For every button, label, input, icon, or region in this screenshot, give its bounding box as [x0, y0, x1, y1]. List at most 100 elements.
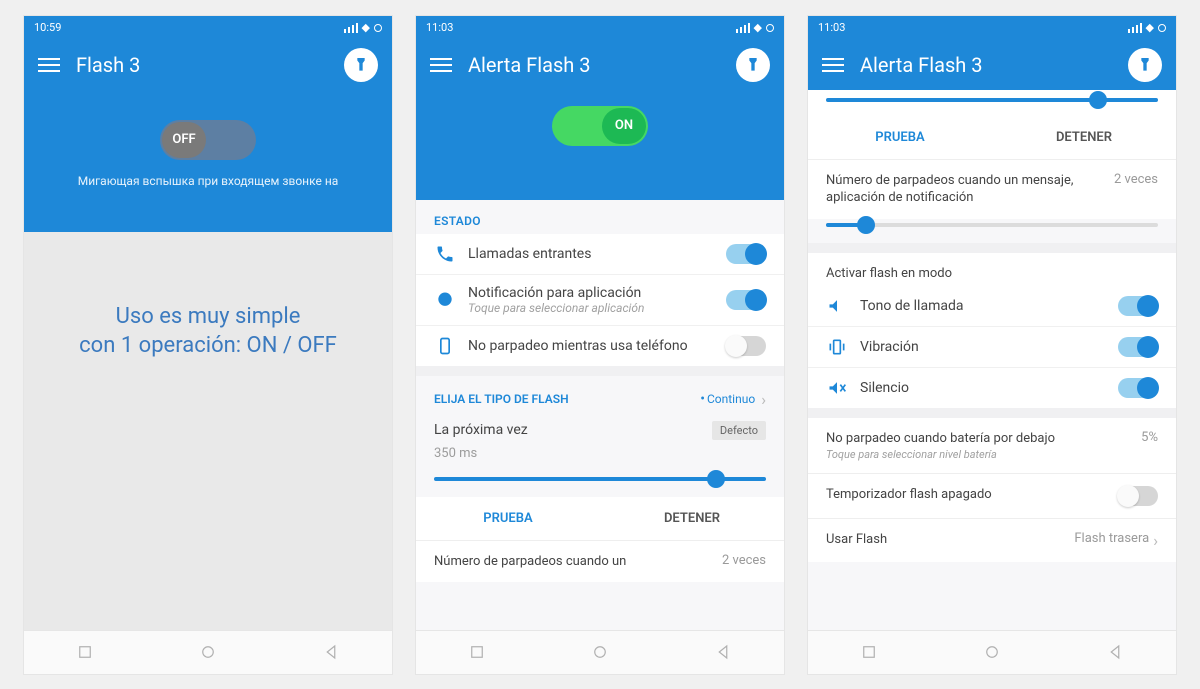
flashlight-icon: [745, 57, 761, 73]
wifi-icon: ◆: [362, 21, 370, 34]
back-icon[interactable]: [714, 643, 732, 661]
timer-toggle[interactable]: [1118, 486, 1158, 506]
nophone-toggle[interactable]: [726, 336, 766, 356]
hero: OFF Мигающая вспышка при входящем звонке…: [24, 90, 392, 232]
flash-type-value: Continuo: [707, 392, 755, 406]
flashlight-icon: [353, 57, 369, 73]
statusbar-time: 11:03: [818, 21, 845, 34]
menu-icon[interactable]: [822, 58, 844, 72]
section-flash-type: ELIJA EL TIPO DE FLASH: [434, 392, 700, 406]
flashlight-icon: [1137, 57, 1153, 73]
row-mode-ring[interactable]: Tono de llamada: [808, 286, 1176, 326]
recent-icon[interactable]: [76, 643, 94, 661]
home-icon[interactable]: [591, 643, 609, 661]
row-flash-type[interactable]: ELIJA EL TIPO DE FLASH •Continuo ›: [416, 376, 784, 415]
blink-slider[interactable]: [808, 219, 1176, 243]
row-blink-count[interactable]: Número de parpadeos cuando un mensaje, a…: [808, 160, 1176, 219]
master-toggle[interactable]: ON: [552, 106, 648, 146]
flashlight-button[interactable]: [736, 48, 770, 82]
interval-slider[interactable]: [416, 461, 784, 497]
battery-icon: [1158, 24, 1166, 32]
row-flash-timer[interactable]: Temporizador flash apagado: [808, 474, 1176, 518]
battery-icon: [374, 24, 382, 32]
hero-caption: Мигающая вспышка при входящем звонке на: [34, 174, 382, 188]
row-use-flash[interactable]: Usar Flash Flash trasera ›: [808, 519, 1176, 562]
calls-toggle[interactable]: [726, 244, 766, 264]
mute-icon: [826, 378, 848, 398]
notif-toggle[interactable]: [726, 290, 766, 310]
body: ESTADO Llamadas entrantes Notificación p…: [416, 200, 784, 630]
ring-toggle[interactable]: [1118, 296, 1158, 316]
signal-icon: [736, 23, 750, 33]
phone-icon: [434, 244, 456, 264]
use-flash-value: Flash trasera: [1074, 531, 1149, 546]
divider: [416, 366, 784, 376]
appbar: Alerta Flash 3: [808, 40, 1176, 90]
row-mode-silence[interactable]: Silencio: [808, 367, 1176, 408]
test-tabs: PRUEBA DETENER: [808, 116, 1176, 160]
row-label: No parpadeo mientras usa teléfono: [468, 338, 714, 354]
back-icon[interactable]: [1106, 643, 1124, 661]
recent-icon[interactable]: [860, 643, 878, 661]
appbar: Alerta Flash 3: [416, 40, 784, 90]
menu-icon[interactable]: [430, 58, 452, 72]
row-app-notifications[interactable]: Notificación para aplicación Toque para …: [416, 274, 784, 325]
hero: ON: [416, 90, 784, 200]
toggle-label: OFF: [162, 122, 206, 158]
android-navbar: [808, 630, 1176, 674]
battery-value: 5%: [1141, 430, 1158, 445]
row-label: Silencio: [860, 380, 1106, 396]
blink-value: 2 veces: [1114, 172, 1158, 187]
row-no-blink-in-use[interactable]: No parpadeo mientras usa teléfono: [416, 325, 784, 366]
screenshot-2: 11:03 ◆ Alerta Flash 3 ON ESTADO Llamada…: [415, 15, 785, 675]
app-title: Alerta Flash 3: [860, 53, 1112, 77]
signal-icon: [1128, 23, 1142, 33]
default-badge[interactable]: Defecto: [712, 421, 766, 440]
row-blink-count[interactable]: Número de parpadeos cuando un 2 veces: [416, 541, 784, 583]
tab-detener[interactable]: DETENER: [600, 497, 784, 540]
sound-icon: [826, 296, 848, 316]
tab-detener[interactable]: DETENER: [992, 116, 1176, 159]
menu-icon[interactable]: [38, 58, 60, 72]
appbar: Flash 3: [24, 40, 392, 90]
screenshot-1: 10:59 ◆ Flash 3 OFF Мигающая вспышка при…: [23, 15, 393, 675]
row-label: Tono de llamada: [860, 298, 1106, 314]
home-icon[interactable]: [983, 643, 1001, 661]
chat-icon: [434, 290, 456, 310]
statusbar: 11:03 ◆: [808, 16, 1176, 40]
blink-label: Número de parpadeos cuando un mensaje, a…: [826, 172, 1104, 207]
flashlight-button[interactable]: [1128, 48, 1162, 82]
tab-prueba[interactable]: PRUEBA: [808, 116, 992, 159]
row-battery-threshold[interactable]: No parpadeo cuando batería por debajo To…: [808, 418, 1176, 473]
promo-text: Uso es muy simple con 1 operación: ON / …: [42, 302, 374, 361]
recent-icon[interactable]: [468, 643, 486, 661]
row-incoming-calls[interactable]: Llamadas entrantes: [416, 234, 784, 274]
divider: [808, 243, 1176, 253]
body: PRUEBA DETENER Número de parpadeos cuand…: [808, 90, 1176, 630]
app-title: Alerta Flash 3: [468, 53, 720, 77]
statusbar: 10:59 ◆: [24, 16, 392, 40]
battery-icon: [766, 24, 774, 32]
blink-label: Número de parpadeos cuando un: [434, 553, 712, 571]
timer-label: Temporizador flash apagado: [826, 486, 1118, 504]
chevron-right-icon: ›: [1153, 531, 1158, 550]
back-icon[interactable]: [322, 643, 340, 661]
divider: [808, 408, 1176, 418]
test-tabs: PRUEBA DETENER: [416, 497, 784, 541]
section-estado: ESTADO: [416, 200, 784, 234]
tab-prueba[interactable]: PRUEBA: [416, 497, 600, 540]
body: Uso es muy simple con 1 operación: ON / …: [24, 232, 392, 630]
statusbar-time: 10:59: [34, 21, 61, 34]
master-toggle[interactable]: OFF: [160, 120, 256, 160]
home-icon[interactable]: [199, 643, 217, 661]
top-slider[interactable]: [808, 90, 1176, 116]
battery-sublabel: Toque para seleccionar nivel batería: [826, 448, 1131, 461]
android-navbar: [416, 630, 784, 674]
use-flash-label: Usar Flash: [826, 531, 1064, 549]
silence-toggle[interactable]: [1118, 378, 1158, 398]
row-sublabel: Toque para seleccionar aplicación: [468, 301, 714, 315]
vibrate-toggle[interactable]: [1118, 337, 1158, 357]
flashlight-button[interactable]: [344, 48, 378, 82]
row-mode-vibrate[interactable]: Vibración: [808, 326, 1176, 367]
next-time-label: La próxima vez: [434, 422, 712, 438]
